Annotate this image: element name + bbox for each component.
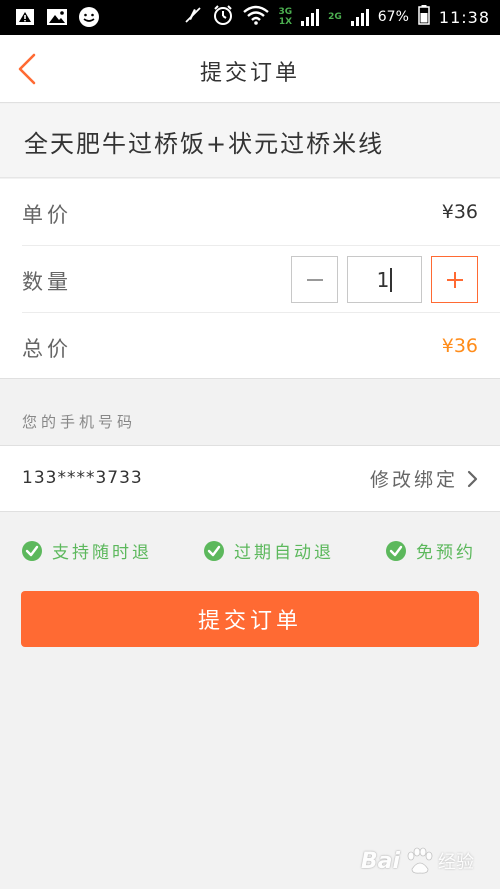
quantity-value: 1 bbox=[376, 267, 390, 292]
unit-price-row: 单价 ¥36 bbox=[22, 179, 500, 246]
feature-label: 支持随时退 bbox=[52, 543, 152, 563]
unit-price-value: ¥36 bbox=[441, 201, 478, 223]
status-notifications bbox=[14, 6, 100, 28]
submit-order-button[interactable]: 提交订单 bbox=[21, 591, 479, 647]
status-bar: 3G 1X 2G 67% 11:38 bbox=[0, 0, 500, 35]
image-icon bbox=[46, 6, 68, 28]
text-cursor bbox=[390, 267, 393, 292]
clock: 11:38 bbox=[438, 7, 490, 27]
minus-icon bbox=[306, 278, 323, 281]
feature-label: 免预约 bbox=[416, 543, 476, 563]
signal-1-icon bbox=[301, 8, 320, 26]
battery-icon bbox=[418, 5, 430, 29]
quantity-row: 数量 1 bbox=[22, 246, 500, 313]
decrease-button[interactable] bbox=[291, 256, 338, 303]
increase-button[interactable] bbox=[431, 256, 478, 303]
phone-row[interactable]: 133****3733 修改绑定 bbox=[0, 445, 500, 512]
wifi-icon bbox=[243, 5, 270, 29]
quantity-label: 数量 bbox=[22, 270, 72, 294]
page-title: 提交订单 bbox=[199, 61, 300, 86]
feature-list: 支持随时退 过期自动退 免预约 bbox=[21, 538, 479, 564]
alert-icon bbox=[14, 6, 36, 28]
check-circle-icon bbox=[386, 540, 406, 561]
feature-label: 过期自动退 bbox=[234, 543, 334, 563]
price-card: 单价 ¥36 数量 1 总价 ¥36 bbox=[0, 179, 500, 379]
battery-percent: 67% bbox=[377, 9, 409, 25]
total-price-label: 总价 bbox=[22, 337, 72, 361]
chat-smile-icon bbox=[78, 6, 100, 28]
feature-refund-anytime: 支持随时退 bbox=[21, 538, 152, 563]
plus-icon bbox=[446, 271, 463, 288]
network-2g-label: 2G bbox=[328, 12, 342, 22]
feature-no-reservation: 免预约 bbox=[385, 538, 476, 563]
change-binding-link[interactable]: 修改绑定 bbox=[370, 465, 478, 492]
feature-auto-refund: 过期自动退 bbox=[203, 538, 334, 563]
status-indicators: 3G 1X 2G 67% 11:38 bbox=[183, 4, 490, 30]
phone-section-label: 您的手机号码 bbox=[22, 413, 137, 431]
alarm-icon bbox=[212, 4, 234, 30]
quantity-input[interactable]: 1 bbox=[347, 256, 422, 303]
total-price-row: 总价 ¥36 bbox=[22, 313, 500, 380]
total-price-value: ¥36 bbox=[441, 335, 478, 357]
watermark-suffix: 经验 bbox=[438, 852, 474, 873]
signal-2-icon bbox=[350, 8, 369, 26]
change-binding-label: 修改绑定 bbox=[369, 469, 458, 491]
product-title: 全天肥牛过桥饭+状元过桥米线 bbox=[0, 104, 500, 178]
network-3g-label: 3G bbox=[278, 7, 293, 17]
check-circle-icon bbox=[204, 540, 224, 561]
network-type-2: 2G bbox=[328, 12, 342, 22]
paw-icon bbox=[407, 847, 433, 874]
baidu-watermark: Bai 经验 bbox=[361, 847, 474, 875]
vibrate-muted-icon bbox=[183, 5, 203, 29]
quantity-stepper: 1 bbox=[291, 256, 478, 303]
chevron-right-icon bbox=[467, 470, 478, 487]
network-1x-label: 1X bbox=[278, 17, 293, 27]
watermark-brand: Bai bbox=[360, 848, 400, 874]
phone-number: 133****3733 bbox=[22, 468, 143, 488]
check-circle-icon bbox=[22, 540, 42, 561]
nav-bar: 提交订单 bbox=[0, 35, 500, 103]
unit-price-label: 单价 bbox=[22, 203, 72, 227]
network-type-1: 3G 1X bbox=[278, 7, 292, 27]
